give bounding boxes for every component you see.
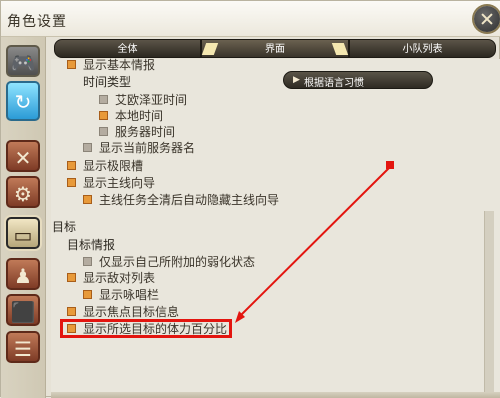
character-settings-window: 角色设置 🎮 ↻ ✕ ⚙ ▭ ♟ ⬛ ☰ 全体 界面 小队列表 显示基本情报 时… xyxy=(0,0,500,398)
annotation-arrow xyxy=(235,161,394,323)
arrow-line xyxy=(238,166,391,318)
